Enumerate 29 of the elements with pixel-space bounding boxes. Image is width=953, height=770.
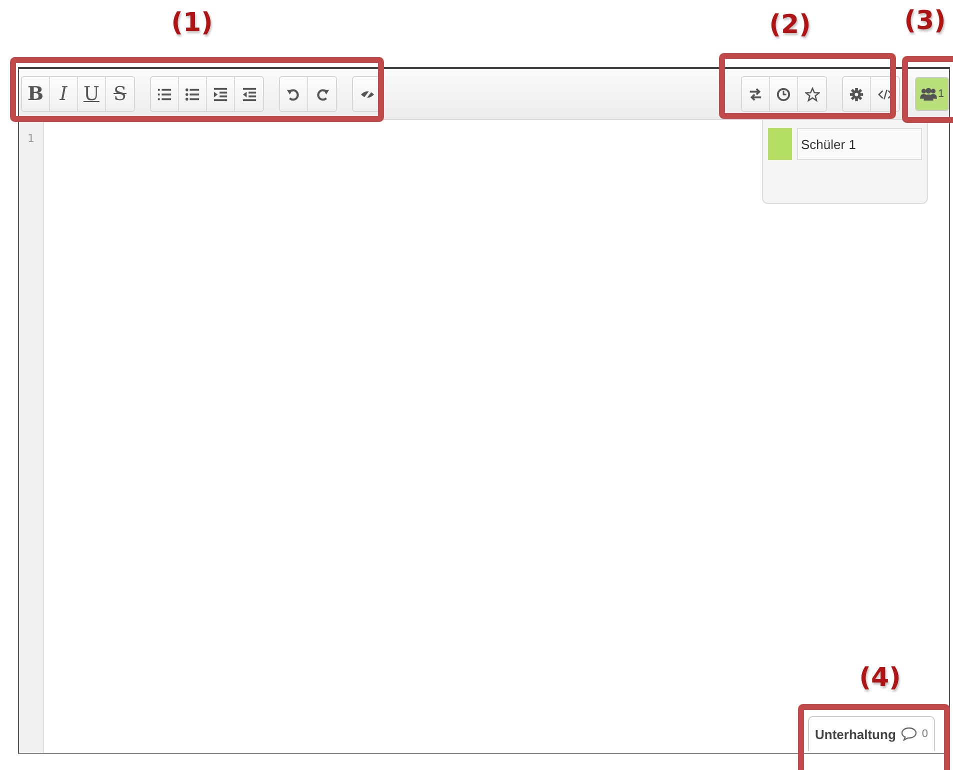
undo-icon	[286, 86, 301, 102]
indent-icon	[213, 86, 228, 102]
annotation-label: (3)	[904, 6, 946, 36]
outdent-icon	[242, 86, 256, 102]
annotation-label: (2)	[769, 10, 811, 40]
star-icon	[804, 86, 820, 102]
chat-label: Unterhaltung	[815, 726, 896, 742]
user-name-field[interactable]: Schüler 1	[797, 128, 922, 160]
bullet-list-icon	[185, 86, 200, 102]
users-icon	[920, 87, 937, 101]
settings-icon	[849, 86, 864, 102]
redo-icon	[314, 86, 330, 102]
italic-button[interactable]: I	[50, 77, 78, 111]
annotation-frame	[902, 56, 953, 123]
annotation-label: (4)	[859, 663, 901, 693]
clock-icon	[776, 86, 791, 102]
chat-tab[interactable]: Unterhaltung 0	[808, 716, 936, 751]
underline-button[interactable]: U	[78, 77, 106, 111]
annotation-label: (1)	[171, 8, 213, 38]
user-color-swatch[interactable]	[768, 128, 792, 160]
bold-button[interactable]: B	[22, 77, 50, 111]
line-number: 1	[28, 132, 34, 145]
message-count: 0	[922, 728, 928, 740]
strikethrough-button[interactable]: S	[106, 77, 134, 111]
code-icon	[878, 86, 892, 102]
users-button[interactable]: 1	[915, 77, 949, 111]
arrows-icon	[748, 86, 763, 102]
speech-bubble-icon	[900, 727, 917, 741]
ordered-list-icon	[157, 86, 172, 102]
